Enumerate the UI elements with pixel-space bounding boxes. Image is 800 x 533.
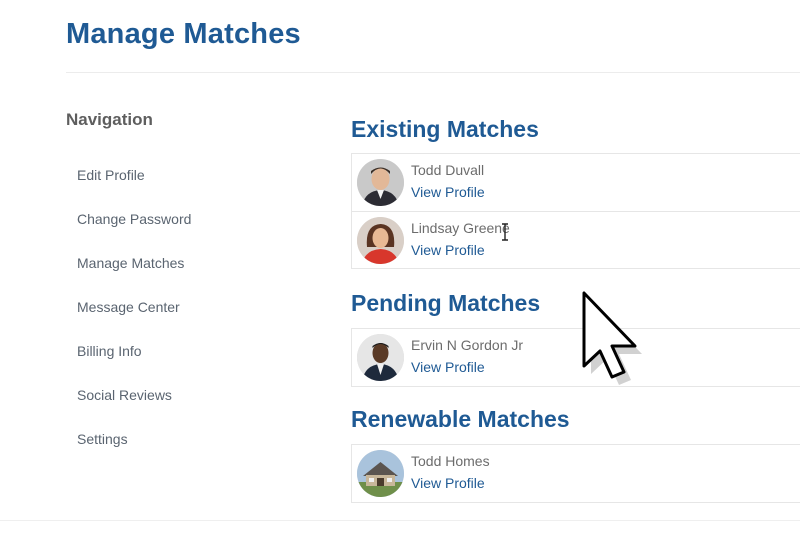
renewable-matches-list: Todd Homes View Profile [351, 444, 800, 503]
house-photo-icon [357, 450, 404, 497]
nav-item-message-center[interactable]: Message Center [77, 297, 191, 341]
match-name: Ervin N Gordon Jr [411, 337, 524, 353]
view-profile-link[interactable]: View Profile [411, 242, 485, 258]
manage-matches-page: Manage Matches Navigation Edit Profile C… [0, 0, 800, 533]
navigation-menu: Edit Profile Change Password Manage Matc… [77, 165, 191, 473]
person-photo-icon [357, 159, 404, 206]
page-title: Manage Matches [66, 18, 301, 50]
nav-item-social-reviews[interactable]: Social Reviews [77, 385, 191, 429]
avatar [357, 450, 404, 497]
pending-matches-heading: Pending Matches [351, 290, 541, 316]
nav-item-billing-info[interactable]: Billing Info [77, 341, 191, 385]
nav-item-edit-profile[interactable]: Edit Profile [77, 165, 191, 209]
navigation-heading: Navigation [66, 110, 153, 129]
avatar [357, 334, 404, 381]
existing-matches-heading: Existing Matches [351, 116, 539, 142]
view-profile-link[interactable]: View Profile [411, 359, 485, 375]
view-profile-link[interactable]: View Profile [411, 184, 485, 200]
match-row: Todd Duvall View Profile [352, 154, 800, 211]
avatar [357, 159, 404, 206]
pending-matches-list: Ervin N Gordon Jr View Profile [351, 328, 800, 387]
avatar [357, 217, 404, 264]
mouse-pointer-icon [582, 291, 642, 385]
nav-item-settings[interactable]: Settings [77, 429, 191, 473]
renewable-matches-heading: Renewable Matches [351, 406, 570, 432]
person-photo-icon [357, 217, 404, 264]
match-name: Lindsay Greene [411, 220, 510, 236]
match-name: Todd Duvall [411, 162, 485, 178]
bottom-divider [0, 520, 800, 521]
title-divider [66, 72, 800, 73]
existing-matches-list: Todd Duvall View Profile Lindsay Greene … [351, 153, 800, 269]
text-cursor-icon [502, 223, 508, 241]
nav-item-manage-matches[interactable]: Manage Matches [77, 253, 191, 297]
match-name: Todd Homes [411, 453, 490, 469]
person-photo-icon [357, 334, 404, 381]
match-row: Todd Homes View Profile [352, 445, 800, 502]
view-profile-link[interactable]: View Profile [411, 475, 485, 491]
match-row: Lindsay Greene View Profile [352, 211, 800, 268]
nav-item-change-password[interactable]: Change Password [77, 209, 191, 253]
match-row: Ervin N Gordon Jr View Profile [352, 329, 800, 386]
